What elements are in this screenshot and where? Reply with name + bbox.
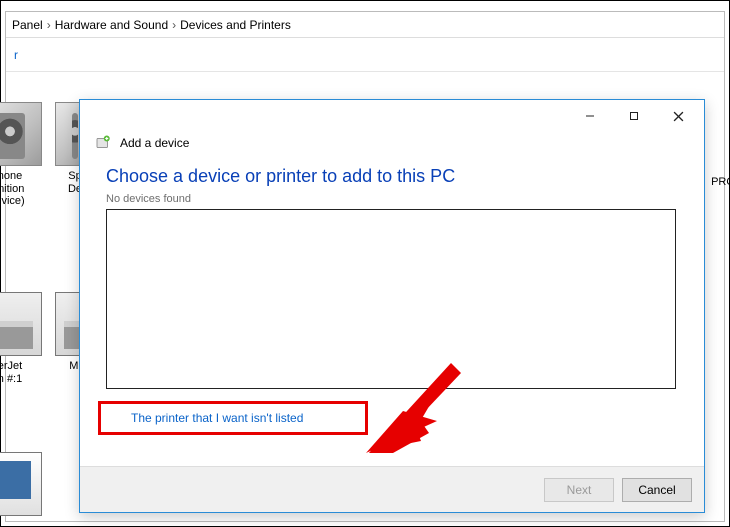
chevron-right-icon: › <box>172 18 176 32</box>
add-device-dialog: Add a device Choose a device or printer … <box>79 99 705 513</box>
chevron-right-icon: › <box>47 18 51 32</box>
dialog-header: Add a device <box>80 132 704 162</box>
toolbar-char: r <box>14 48 18 62</box>
device-list[interactable] <box>106 209 676 389</box>
device-label: none inition evice) <box>0 170 48 208</box>
maximize-button[interactable] <box>612 102 656 130</box>
toolbar: r <box>6 38 724 72</box>
device-audio[interactable]: none inition evice) <box>0 102 48 208</box>
close-button[interactable] <box>656 102 700 130</box>
cancel-button[interactable]: Cancel <box>622 478 692 502</box>
device-label: erJet n #:1 <box>0 360 48 385</box>
next-button[interactable]: Next <box>544 478 614 502</box>
dialog-footer: Next Cancel <box>80 466 704 512</box>
printer-icon <box>0 292 42 356</box>
titlebar <box>80 100 704 132</box>
dialog-title: Add a device <box>120 136 189 150</box>
breadcrumb-devices-printers[interactable]: Devices and Printers <box>180 18 291 32</box>
minimize-button[interactable] <box>568 102 612 130</box>
dialog-content: Choose a device or printer to add to thi… <box>80 166 704 435</box>
device-printer[interactable]: erJet n #:1 <box>0 292 48 385</box>
printer-not-listed-link[interactable]: The printer that I want isn't listed <box>131 411 303 425</box>
dialog-heading: Choose a device or printer to add to thi… <box>106 166 678 187</box>
breadcrumb[interactable]: Panel › Hardware and Sound › Devices and… <box>6 12 724 38</box>
status-text: No devices found <box>106 193 678 205</box>
annotation-highlight: The printer that I want isn't listed <box>98 401 368 435</box>
speaker-icon <box>0 102 42 166</box>
add-device-icon <box>94 134 112 152</box>
breadcrumb-hardware-sound[interactable]: Hardware and Sound <box>55 18 168 32</box>
device-misc[interactable] <box>0 452 48 520</box>
monitor-icon <box>0 452 42 516</box>
breadcrumb-root[interactable]: Panel <box>12 18 43 32</box>
